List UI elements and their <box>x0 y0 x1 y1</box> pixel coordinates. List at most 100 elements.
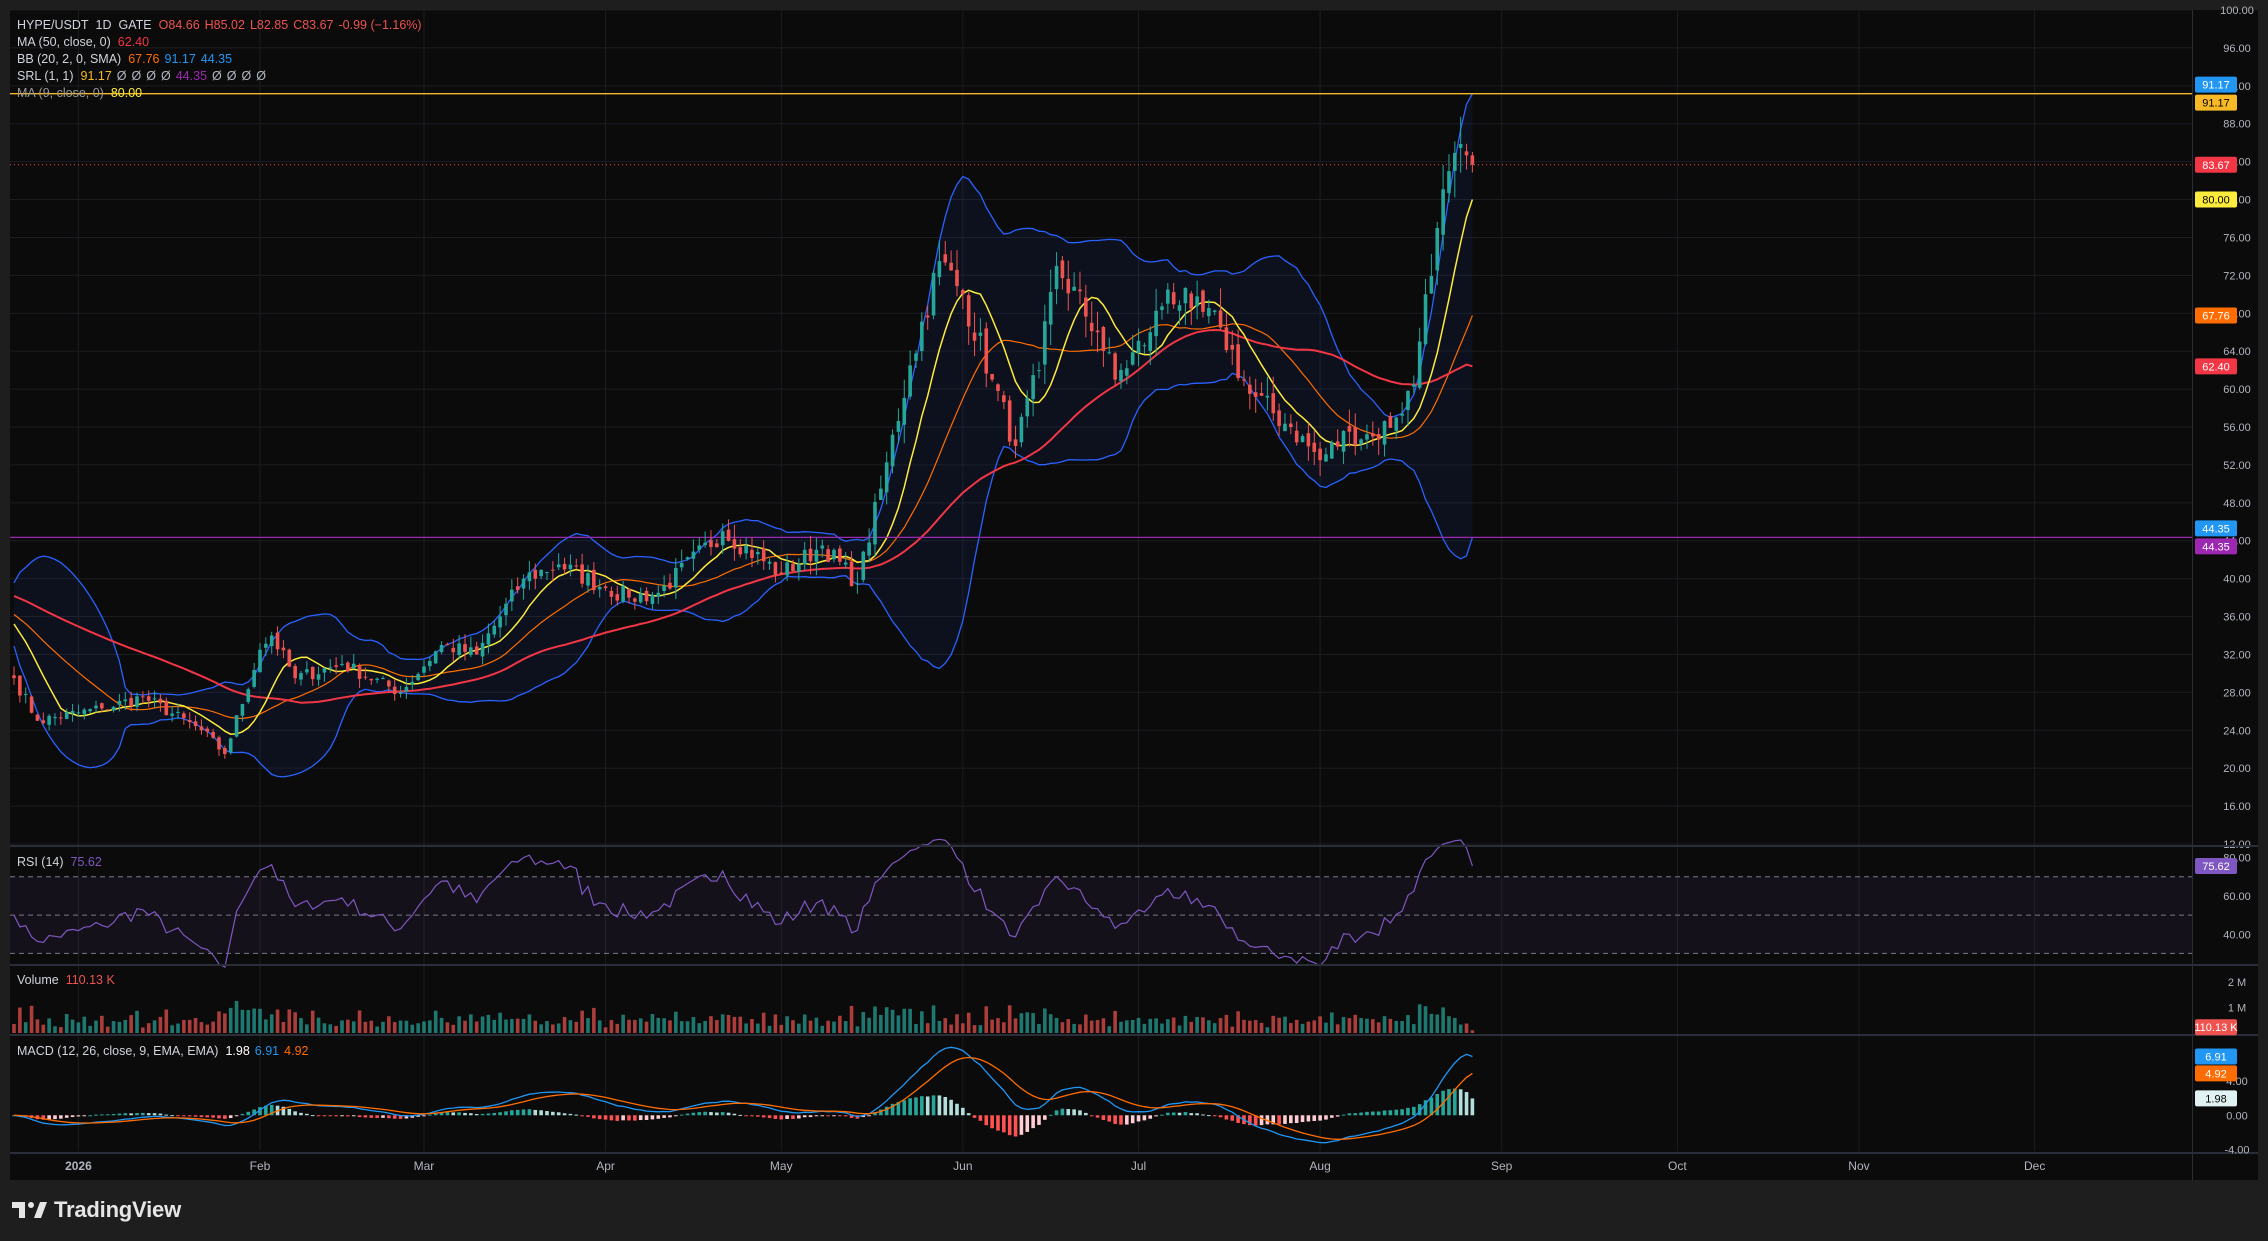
volume-bar <box>316 1017 321 1033</box>
legend-ma9-label[interactable]: MA (9, close, 0) <box>17 86 104 100</box>
volume-bar <box>603 1027 608 1033</box>
legend-volume-label[interactable]: Volume <box>17 973 59 987</box>
price-axis-label-text: 62.40 <box>2202 361 2230 373</box>
legend-srl-label[interactable]: SRL (1, 1) <box>17 69 74 83</box>
candle-body <box>1072 286 1076 291</box>
macd-histogram-bar <box>568 1113 573 1116</box>
macd-histogram-bar <box>1054 1110 1059 1116</box>
time-tick-label: Nov <box>1848 1159 1869 1173</box>
volume-bar <box>732 1016 737 1033</box>
volume-bar <box>1130 1020 1135 1033</box>
candle-body <box>1406 390 1410 410</box>
macd-histogram-bar <box>574 1114 579 1116</box>
macd-histogram-bar <box>129 1113 133 1116</box>
volume-bar <box>867 1017 871 1033</box>
legend-ma9-value: 80.00 <box>110 86 143 100</box>
volume-bar <box>937 1020 942 1033</box>
legend-symbol-row[interactable]: HYPE/USDT 1D GATE O84.66 H85.02 L82.85 C83.67-… <box>17 17 427 33</box>
volume-bar <box>205 1024 210 1033</box>
macd-histogram-bar <box>767 1115 772 1118</box>
candle-body <box>1242 379 1246 381</box>
volume-bar <box>943 1018 948 1033</box>
volume-bar <box>615 1023 620 1033</box>
legend-srl-v2: Ø <box>116 69 127 83</box>
time-tick-label: Mar <box>414 1159 435 1173</box>
macd-histogram-bar <box>1347 1113 1352 1116</box>
candle-body <box>943 254 948 263</box>
macd-histogram-bar <box>908 1098 912 1116</box>
volume-bar <box>480 1016 485 1033</box>
macd-histogram-bar <box>556 1112 561 1116</box>
macd-histogram-bar <box>334 1115 338 1117</box>
tradingview-brand[interactable]: TradingView <box>12 1196 181 1224</box>
volume-bar <box>533 1020 538 1033</box>
candle-body <box>521 578 526 589</box>
candle-body <box>861 551 866 580</box>
candle-body <box>64 712 69 719</box>
chart-canvas[interactable]: 100.0096.0092.0088.0084.0080.0076.0072.0… <box>0 0 2268 1241</box>
legend-ma9-row[interactable]: MA (9, close, 0) 80.00 <box>17 85 149 101</box>
candle-body <box>539 569 543 577</box>
candle-body <box>47 715 51 725</box>
volume-bar <box>199 1022 204 1033</box>
candle-body <box>111 706 116 711</box>
macd-histogram-bar <box>1142 1115 1147 1121</box>
candle-body <box>925 315 930 318</box>
volume-bar <box>761 1012 766 1033</box>
macd-histogram-bar <box>445 1112 450 1116</box>
volume-bar <box>445 1022 450 1033</box>
candle-body <box>1166 289 1170 304</box>
volume-bar <box>855 1026 860 1033</box>
indicator-tick-label: 1 M <box>2228 1003 2246 1015</box>
legend-macd-label[interactable]: MACD (12, 26, close, 9, EMA, EMA) <box>17 1044 218 1058</box>
macd-histogram-bar <box>949 1099 953 1116</box>
macd-histogram-bar <box>691 1112 696 1116</box>
candle-body <box>1025 398 1030 417</box>
volume-bar <box>1347 1018 1352 1033</box>
macd-histogram-bar <box>1359 1112 1363 1116</box>
volume-bar <box>609 1020 614 1033</box>
volume-bar <box>158 1016 163 1033</box>
price-axis-label-text: 91.17 <box>2202 98 2230 110</box>
legend-volume-row[interactable]: Volume 110.13 K <box>17 972 122 988</box>
candle-body <box>252 670 256 687</box>
candle-body <box>732 539 737 549</box>
legend-srl-row[interactable]: SRL (1, 1) 91.17 Ø Ø Ø Ø 44.35 Ø Ø Ø Ø <box>17 68 271 84</box>
macd-histogram-bar <box>1207 1115 1211 1117</box>
legend-srl-v7: Ø <box>212 69 222 83</box>
legend-ma50-label[interactable]: MA (50, close, 0) <box>17 35 111 49</box>
legend-bb-label[interactable]: BB (20, 2, 0, SMA) <box>17 52 121 66</box>
volume-bar <box>1453 1017 1457 1033</box>
legend-bb-row[interactable]: BB (20, 2, 0, SMA) 67.76 91.17 44.35 <box>17 51 237 67</box>
volume-bar <box>802 1014 807 1033</box>
indicator-tick-label: 0.00 <box>2226 1110 2247 1122</box>
macd-histogram-bar <box>715 1112 719 1116</box>
legend-macd-row[interactable]: MACD (12, 26, close, 9, EMA, EMA) 1.98 6.9… <box>17 1043 313 1059</box>
candle-body <box>1207 308 1211 317</box>
volume-bar <box>592 1007 596 1033</box>
candle-body <box>293 665 297 679</box>
volume-bar <box>949 1024 953 1033</box>
volume-bar <box>463 1020 467 1033</box>
volume-bar <box>346 1019 350 1033</box>
macd-histogram-bar <box>826 1115 830 1117</box>
legend-ma50-row[interactable]: MA (50, close, 0) 62.40 <box>17 34 156 50</box>
price-axis-label-text: 83.67 <box>2202 160 2230 172</box>
macd-histogram-bar <box>1224 1115 1229 1120</box>
macd-histogram-bar <box>369 1115 374 1118</box>
candle-body <box>644 590 649 602</box>
volume-bar <box>1330 1012 1334 1033</box>
legend-rsi-row[interactable]: RSI (14) 75.62 <box>17 854 109 870</box>
macd-histogram-bar <box>1324 1115 1328 1120</box>
macd-histogram-bar <box>1371 1111 1375 1116</box>
legend-symbol[interactable]: HYPE/USDT <box>17 18 89 32</box>
macd-histogram-bar <box>240 1113 245 1116</box>
volume-bar <box>334 1025 338 1033</box>
candle-body <box>996 384 1000 391</box>
candle-body <box>1101 327 1106 351</box>
legend-rsi-label[interactable]: RSI (14) <box>17 855 64 869</box>
macd-histogram-bar <box>164 1114 169 1116</box>
macd-histogram-bar <box>1130 1115 1135 1124</box>
time-tick-label: Sep <box>1491 1159 1513 1173</box>
volume-bar <box>1195 1016 1199 1033</box>
